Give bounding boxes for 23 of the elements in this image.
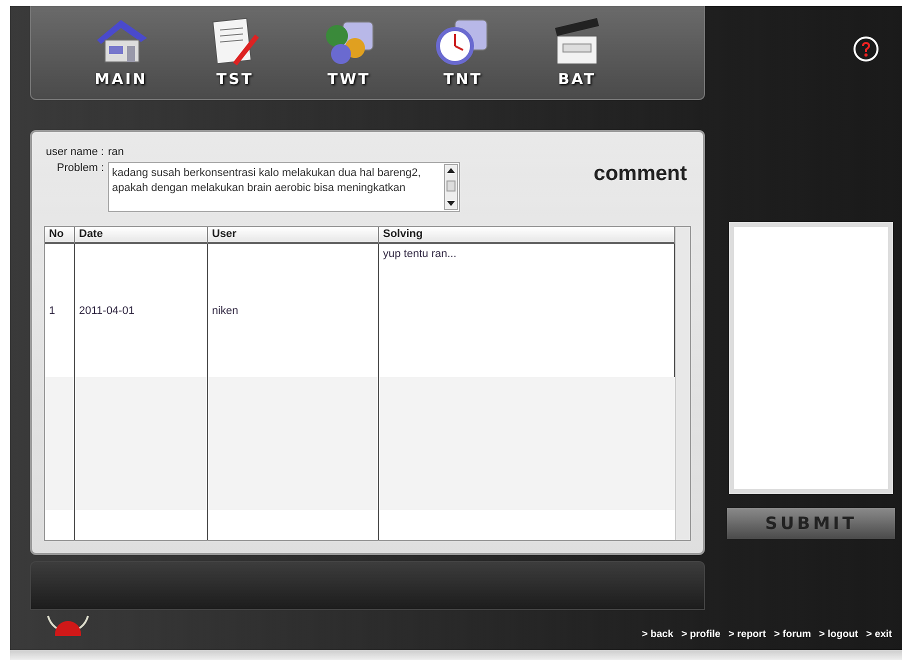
problem-field[interactable]: kadang susah berkonsentrasi kalo melakukan dua hal bareng2, apakah dengan melakukan brain aerobic bisa meningkatkan: [108, 162, 460, 212]
footer-link[interactable]: > back: [642, 629, 674, 640]
footer-link[interactable]: > logout: [818, 629, 858, 640]
nav-link[interactable]: TNT: [419, 6, 507, 88]
field-label: user name :: [44, 146, 104, 158]
column-header[interactable]: Solving: [379, 227, 675, 244]
nav-link[interactable]: BAT: [533, 6, 621, 88]
nav-link[interactable]: TST: [191, 6, 279, 88]
comment-field[interactable]: [729, 222, 893, 494]
scrollbar-icon[interactable]: [444, 164, 458, 210]
column-header[interactable]: User: [208, 227, 379, 244]
footer-link[interactable]: > forum: [774, 629, 811, 640]
nav-link[interactable]: TWT: [305, 6, 393, 88]
column-header[interactable]: Date: [75, 227, 208, 244]
user-name-value: ran: [108, 146, 125, 158]
comment-heading: comment: [594, 162, 687, 188]
footer-link[interactable]: > exit: [866, 629, 892, 640]
help-icon[interactable]: [853, 36, 879, 62]
nav-link[interactable]: MAIN: [77, 6, 165, 88]
footer-link[interactable]: > profile: [681, 629, 720, 640]
field-label: Problem :: [56, 162, 104, 176]
column-header[interactable]: No: [45, 227, 75, 244]
footer-link[interactable]: > report: [728, 629, 766, 640]
